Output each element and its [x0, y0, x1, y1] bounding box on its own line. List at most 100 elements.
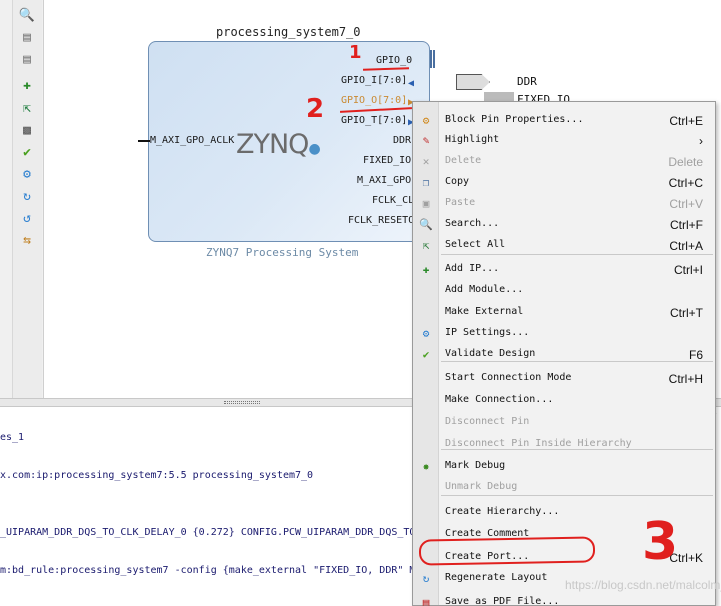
console-line: _UIPARAM_DDR_DQS_TO_CLK_DELAY_0 {0.272} … [0, 527, 416, 538]
menu-item-label: Unmark Debug [445, 481, 518, 492]
menu-item-label: Make Connection... [445, 394, 554, 405]
pin-gpio-o[interactable]: GPIO_O[7:0] [341, 95, 407, 106]
validate-toolbar-icon[interactable]: ✔ [18, 143, 36, 161]
annotation-circle [418, 536, 596, 566]
block-subtitle: ZYNQ7 Processing System [206, 246, 359, 259]
pin-ddr[interactable]: DDR [393, 135, 411, 146]
menu-item-start-connection-mode[interactable]: Start Connection Mode Ctrl+H [413, 368, 715, 389]
menu-item-add-module[interactable]: Add Module... [413, 280, 715, 301]
menu-item-shortcut: Ctrl+V [669, 197, 703, 211]
pin-fixed-io[interactable]: FIXED_IO [363, 155, 411, 166]
left-toolbar: 🔍 ▤ ▤ ✚ ⇱ ▩ ✔ ⚙ ↻ ↺ ⇆ [0, 0, 44, 398]
menu-item-label: Block Pin Properties... [445, 114, 584, 125]
menu-item-ip-settings[interactable]: ⚙ IP Settings... [413, 323, 715, 344]
menu-item-highlight[interactable]: ✎ Highlight › [413, 130, 715, 151]
menu-item-label: Disconnect Pin [445, 416, 530, 427]
menu-item-paste[interactable]: ▣ Paste Ctrl+V [413, 193, 715, 214]
menu-item-label: Copy [445, 176, 470, 187]
menu-item-shortcut: Delete [668, 155, 703, 169]
menu-item-label: Mark Debug [445, 460, 506, 471]
menu-item-select-all[interactable]: ⇱ Select All Ctrl+A [413, 235, 715, 256]
menu-item-shortcut: Ctrl+E [669, 114, 703, 128]
paste-icon: ▣ [422, 196, 430, 210]
refresh-icon[interactable]: ↻ [18, 187, 36, 205]
regenerate-icon: ↻ [422, 571, 430, 585]
delete-icon: ✕ [422, 154, 430, 168]
watermark: https://blog.csdn.net/malcolm_110 [565, 578, 721, 592]
menu-item-shortcut: Ctrl+H [668, 372, 703, 386]
menu-item-mark-debug[interactable]: ✸ Mark Debug [413, 456, 715, 477]
select-all-icon: ⇱ [422, 238, 430, 252]
pin-gpio-t[interactable]: GPIO_T[7:0] [341, 115, 407, 126]
distribute-icon[interactable]: ▤ [18, 50, 36, 68]
search-icon: 🔍 [419, 217, 433, 231]
menu-item-delete[interactable]: ✕ Delete Delete [413, 151, 715, 172]
console-line: x.com:ip:processing_system7:5.5 processi… [0, 470, 314, 481]
menu-item-shortcut: Ctrl+I [673, 263, 703, 277]
properties-icon: ⚙ [422, 113, 430, 127]
copy-icon: ❐ [422, 175, 430, 189]
pin-gpio-0[interactable]: GPIO_0 [376, 55, 412, 66]
pin-m-axi-gp0-aclk[interactable]: M_AXI_GPO_ACLK [150, 135, 234, 146]
menu-item-make-external[interactable]: Make External Ctrl+T [413, 302, 715, 323]
zoom-icon[interactable]: 🔍 [18, 6, 36, 24]
menu-item-shortcut: Ctrl+T [670, 306, 703, 320]
menu-item-disconnect-pin-inside-hierarchy[interactable]: Disconnect Pin Inside Hierarchy [413, 434, 715, 455]
validate-icon: ✔ [422, 347, 430, 361]
menu-item-label: Start Connection Mode [445, 372, 572, 383]
bus-connector-icon [430, 50, 435, 68]
menu-item-label: Make External [445, 306, 524, 317]
add-ip-toolbar-icon[interactable]: ✚ [18, 76, 36, 94]
block-instance-name: processing_system7_0 [216, 25, 361, 39]
menu-item-label: Delete [445, 155, 482, 166]
menu-item-block-pin-properties[interactable]: ⚙ Block Pin Properties... Ctrl+E [413, 110, 715, 131]
menu-item-add-ip[interactable]: ✚ Add IP... Ctrl+I [413, 259, 715, 280]
menu-separator [441, 254, 713, 255]
console-line: es_1 [0, 432, 25, 443]
menu-item-copy[interactable]: ❐ Copy Ctrl+C [413, 172, 715, 193]
menu-item-label: IP Settings... [445, 327, 530, 338]
chip-icon[interactable]: ▩ [18, 121, 36, 139]
menu-item-label: Add Module... [445, 284, 524, 295]
menu-item-search[interactable]: 🔍 Search... Ctrl+F [413, 214, 715, 235]
annotation-3: 3 [642, 512, 679, 572]
menu-item-label: Add IP... [445, 263, 500, 274]
menu-separator [441, 449, 713, 450]
pin-m-axi-gp0[interactable]: M_AXI_GPO [357, 175, 411, 186]
settings-toolbar-icon[interactable]: ⚙ [18, 165, 36, 183]
pin-fclk-clk[interactable]: FCLK_CL [372, 195, 414, 206]
input-arrow-icon: ◀ [408, 78, 415, 89]
menu-item-label: Create Hierarchy... [445, 506, 560, 517]
splitter-grip-icon[interactable] [224, 401, 260, 404]
menu-item-shortcut: Ctrl+F [670, 218, 703, 232]
regenerate-toolbar-icon[interactable]: ↺ [18, 209, 36, 227]
menu-item-label: Validate Design [445, 348, 536, 359]
menu-separator [441, 361, 713, 362]
menu-item-shortcut: Ctrl+C [668, 176, 703, 190]
pin-icon[interactable]: ⇆ [18, 231, 36, 249]
menu-item-save-as-pdf-file[interactable]: ▤ Save as PDF File... [413, 592, 715, 606]
pin-fclk-reset[interactable]: FCLK_RESETO [348, 215, 414, 226]
menu-item-label: Select All [445, 239, 506, 250]
ip-settings-icon: ⚙ [422, 326, 430, 340]
zynq-logo: ZYNQ● [236, 129, 321, 160]
add-ip-icon: ✚ [422, 262, 430, 276]
menu-item-label: Paste [445, 197, 476, 208]
submenu-arrow-icon: › [699, 134, 703, 148]
menu-item-disconnect-pin[interactable]: Disconnect Pin [413, 412, 715, 433]
annotation-2: 2 [306, 94, 325, 124]
pin-wire [138, 140, 150, 142]
pdf-icon: ▤ [422, 595, 430, 606]
menu-item-shortcut: Ctrl+A [669, 239, 703, 253]
menu-item-label: Highlight [445, 134, 500, 145]
menu-item-shortcut: F6 [688, 348, 703, 362]
highlight-icon: ✎ [422, 133, 430, 147]
menu-separator [441, 495, 713, 496]
align-icon[interactable]: ▤ [18, 28, 36, 46]
menu-item-label: Save as PDF File... [445, 596, 560, 606]
menu-item-make-connection[interactable]: Make Connection... [413, 390, 715, 411]
pin-gpio-i[interactable]: GPIO_I[7:0] [341, 75, 407, 86]
port-fixed-io-icon[interactable] [484, 92, 514, 101]
connect-icon[interactable]: ⇱ [18, 99, 36, 117]
mark-debug-icon: ✸ [422, 459, 430, 473]
